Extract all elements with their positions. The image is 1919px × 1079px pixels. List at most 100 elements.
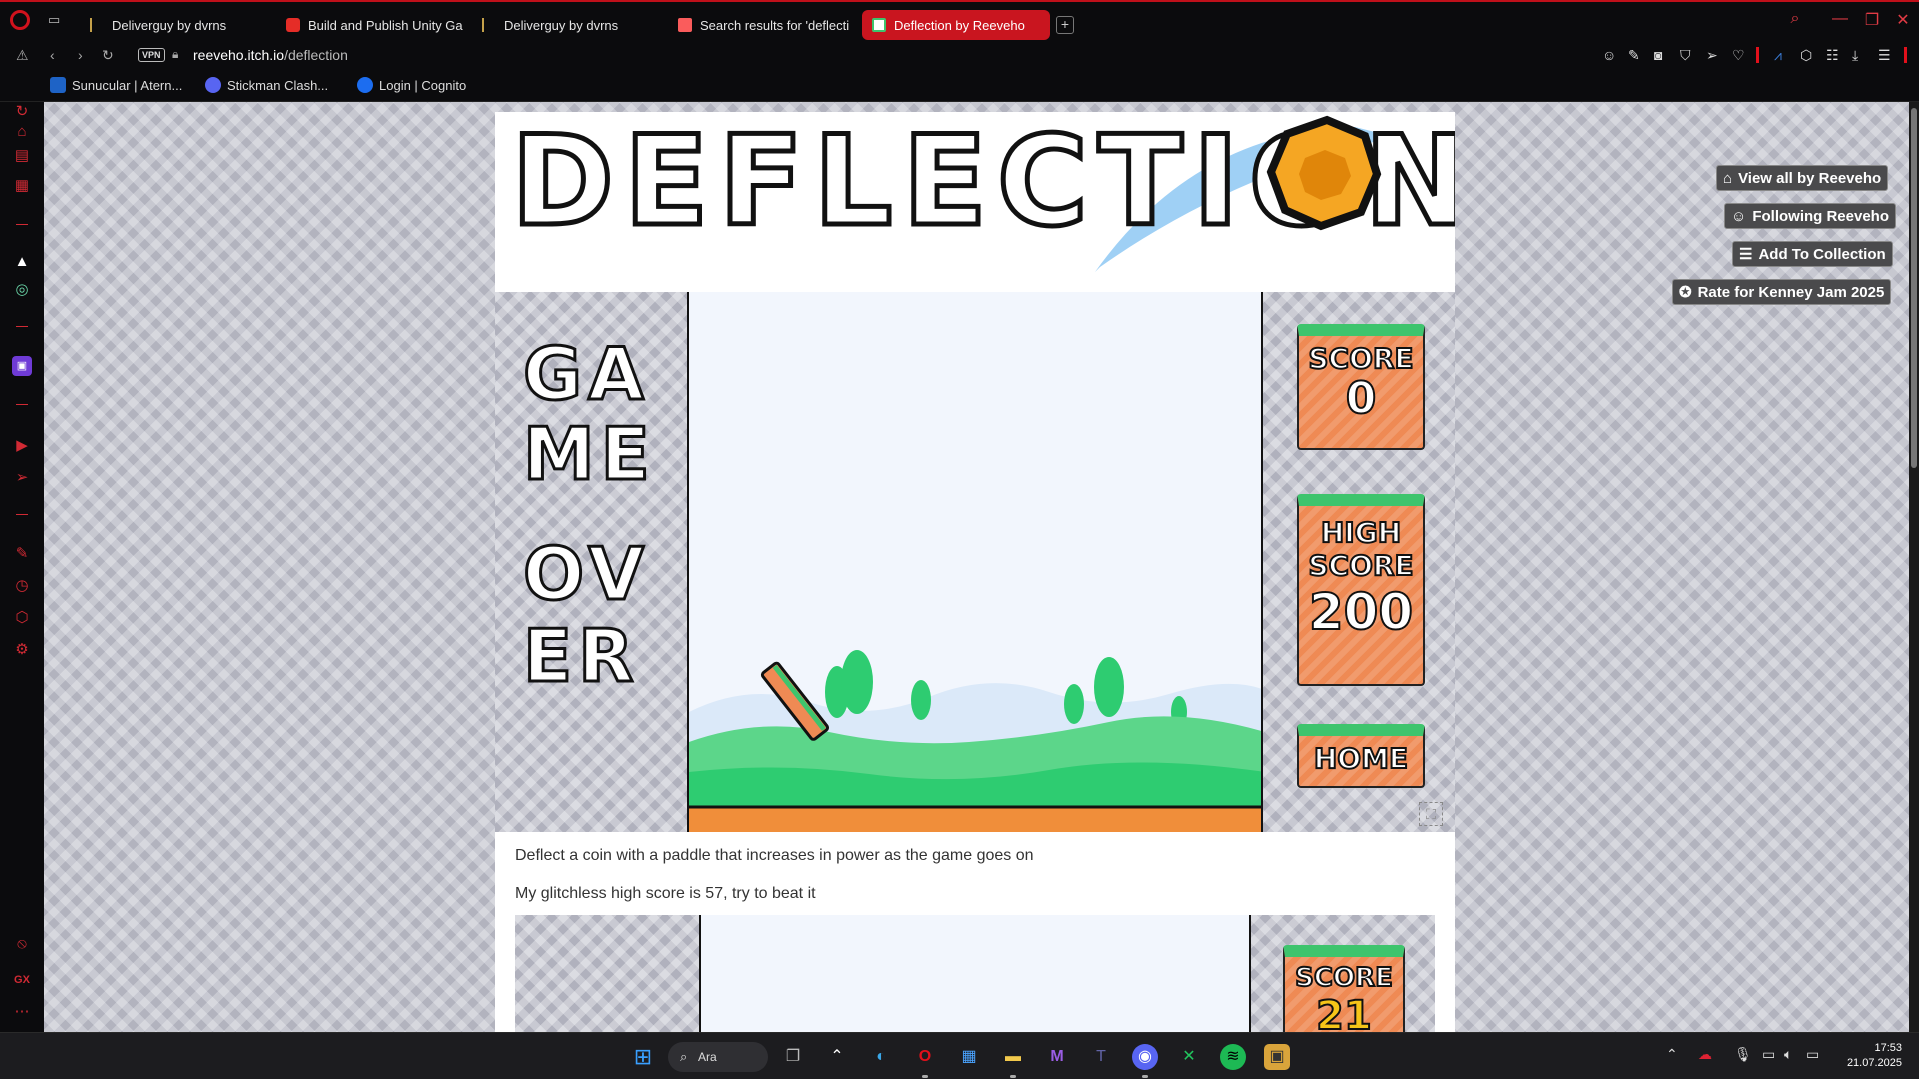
page-scrollbar[interactable] [1909, 102, 1919, 1032]
back-icon[interactable]: ‹ [50, 47, 55, 63]
spotify-icon[interactable]: ≋ [1220, 1044, 1246, 1070]
store-icon: ⌂ [1723, 169, 1733, 187]
restore-icon[interactable]: ❐ [1857, 10, 1887, 30]
fullscreen-icon[interactable]: ⛶ [1419, 802, 1443, 826]
volume-icon[interactable]: 🔈︎ [1784, 1046, 1792, 1063]
rate-jam-button[interactable]: ✪ Rate for Kenney Jam 2025 [1672, 279, 1892, 305]
gx-corner-icon[interactable]: ▦ [12, 176, 32, 196]
news-icon[interactable]: ▤ [12, 146, 32, 166]
cube-icon[interactable]: ⬡ [1800, 47, 1812, 64]
windows-start-icon[interactable]: ⊞ [630, 1044, 656, 1070]
send-icon[interactable]: ➢ [1706, 47, 1718, 64]
speed-dial-icon[interactable]: ↻ [12, 102, 32, 122]
extensions-icon[interactable]: ⬡ [12, 608, 32, 628]
xbox-icon[interactable]: ✕ [1176, 1044, 1202, 1070]
game-app-icon[interactable]: ▣ [1264, 1044, 1290, 1070]
score-value: 0 [1345, 373, 1378, 424]
widgets-icon[interactable]: ⌃ [824, 1044, 850, 1070]
preview-right-panel: SCORE 21 [1251, 915, 1435, 1032]
edge-icon[interactable]: ◐ [868, 1044, 894, 1070]
task-view-icon[interactable]: ❐ [780, 1044, 806, 1070]
opera-logo-icon[interactable] [10, 10, 30, 30]
forward-icon[interactable]: › [78, 47, 83, 63]
workspaces-icon[interactable]: ▭ [48, 12, 60, 28]
visual-studio-icon[interactable]: M [1044, 1044, 1070, 1070]
extension-icon[interactable]: ⩘ [1774, 47, 1782, 64]
download-icon[interactable]: ⤓ [1852, 47, 1858, 64]
lock-icon[interactable]: 🔒︎ [172, 47, 178, 62]
warning-icon[interactable]: ⚠ [16, 47, 29, 64]
preview-play-field [699, 915, 1251, 1032]
tab-deliverguy-2[interactable]: Deliverguy by dvrns [472, 10, 660, 40]
view-all-button[interactable]: ⌂ View all by Reeveho [1716, 165, 1889, 191]
camera-icon[interactable]: ◙ [1654, 47, 1662, 63]
search-tabs-icon[interactable]: ⌕ [1780, 10, 1810, 28]
store-icon[interactable]: ▦ [956, 1044, 982, 1070]
onedrive-icon[interactable]: ☁ [1698, 1046, 1712, 1063]
cognito-icon [357, 77, 373, 93]
url-field[interactable]: reeveho.itch.io/deflection [193, 47, 348, 63]
gx-label[interactable]: GX [12, 970, 32, 990]
running-indicator [1010, 1075, 1016, 1078]
opera-gx-icon[interactable]: O [912, 1044, 938, 1070]
emoji-icon[interactable]: ☺ [1602, 47, 1616, 63]
network-icon[interactable]: ☷ [1826, 47, 1839, 64]
network-icon[interactable]: ▭ [1762, 1046, 1775, 1063]
scrollbar-thumb[interactable] [1911, 108, 1917, 468]
game-over-line-1: GA [522, 331, 650, 418]
itch-store-icon [678, 18, 692, 32]
send-icon[interactable]: ➢ [12, 468, 32, 488]
store-icon[interactable]: ⌂ [12, 122, 32, 142]
file-explorer-icon[interactable]: ▬ [1000, 1044, 1026, 1070]
discord-icon[interactable]: ◉ [1132, 1044, 1158, 1070]
preview-score-value: 21 [1315, 992, 1373, 1032]
screenshot-preview[interactable]: SCORE 21 [515, 915, 1435, 1032]
microphone-icon[interactable]: 🎙︎ [1734, 1046, 1752, 1063]
add-to-collection-button[interactable]: ☰ Add To Collection [1732, 241, 1893, 267]
high-score-label-1: HIGH [1320, 515, 1402, 550]
play-field[interactable] [687, 292, 1263, 832]
more-icon[interactable]: ⋯ [12, 1002, 32, 1022]
game-over-line-4: ER [522, 613, 640, 700]
tab-unity-youtube[interactable]: Build and Publish Unity Ga [276, 10, 464, 40]
new-tab-button[interactable]: + [1056, 16, 1074, 34]
twitch-icon[interactable]: ▣ [12, 356, 32, 376]
vpn-badge[interactable]: VPN [138, 48, 165, 62]
game-canvas[interactable]: GA ME OV ER SCORE 0 HIGH SCORE 200 HOME … [495, 292, 1455, 832]
minimize-icon[interactable]: — [1825, 10, 1855, 28]
tab-deliverguy-1[interactable]: Deliverguy by dvrns [80, 10, 268, 40]
pinboard-icon[interactable]: ✎ [12, 544, 32, 564]
running-indicator [922, 1075, 928, 1078]
home-button[interactable]: HOME [1297, 724, 1425, 788]
battery-icon[interactable]: ▭ [1806, 1046, 1819, 1063]
reload-icon[interactable]: ↻ [102, 47, 114, 64]
taskbar-search[interactable]: ⌕ Ara [668, 1042, 768, 1072]
menu-icon[interactable]: ☰ [1878, 47, 1891, 64]
teams-icon[interactable]: T [1088, 1044, 1114, 1070]
shield-icon[interactable]: ⛉ [1680, 47, 1691, 64]
search-icon: ⌕ [680, 1049, 688, 1064]
bookmark-aternos[interactable]: Sunucular | Atern... [50, 77, 182, 93]
player-icon[interactable]: ▶ [12, 436, 32, 456]
game-banner: DEFLECTION [495, 108, 1470, 292]
heart-icon[interactable]: ♡ [1732, 47, 1745, 64]
bookmark-cognito[interactable]: Login | Cognito [357, 77, 466, 93]
following-button[interactable]: ☺ Following Reeveho [1724, 203, 1897, 229]
history-icon[interactable]: ◷ [12, 576, 32, 596]
tray-expand-icon[interactable]: ⌃ [1666, 1046, 1678, 1063]
clock[interactable]: 17:53 21.07.2025 [1838, 1041, 1902, 1071]
aria-icon[interactable]: ▲ [12, 252, 32, 272]
edit-icon[interactable]: ✎ [1628, 47, 1640, 64]
settings-icon[interactable]: ⚙ [12, 640, 32, 660]
divider-icon [1756, 47, 1759, 63]
browser-sidebar: ↻ ⌂ ▤ ▦ ▲ ◎ ▣ ▶ ➢ ✎ ◷ ⬡ ⚙ ⦸ GX ⋯ [0, 102, 44, 1032]
chatgpt-icon[interactable]: ◎ [12, 280, 32, 300]
bookmark-stickman[interactable]: Stickman Clash... [205, 77, 328, 93]
tab-search-results[interactable]: Search results for 'deflecti [668, 10, 856, 40]
gx-control-icon[interactable]: ⦸ [12, 934, 32, 954]
tab-deflection[interactable]: Deflection by Reeveho [862, 10, 1050, 40]
close-icon[interactable]: ✕ [1888, 10, 1918, 30]
itch-icon [90, 18, 104, 32]
banner-art: DEFLECTION [509, 108, 1470, 272]
sidebar-divider [16, 326, 28, 327]
